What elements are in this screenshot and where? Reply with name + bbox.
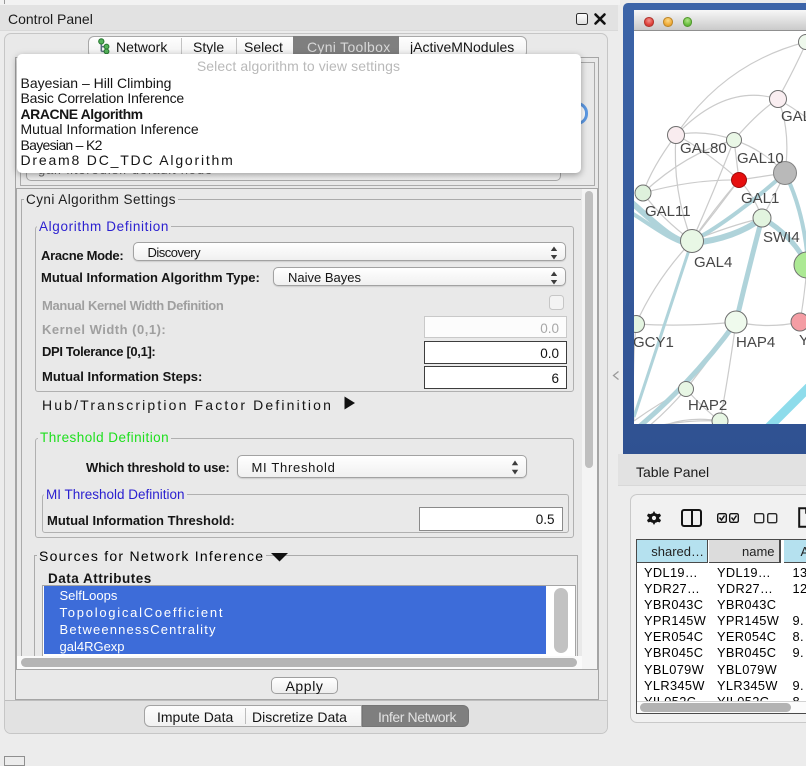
svg-text:GAL10: GAL10 (737, 150, 784, 167)
svg-text:HAP2: HAP2 (688, 397, 727, 414)
svg-text:HAP4: HAP4 (736, 334, 775, 351)
svg-text:GAL1: GAL1 (741, 190, 779, 207)
svg-text:GCY1: GCY1 (634, 334, 674, 351)
svg-text:GAL: GAL (781, 108, 806, 125)
svg-text:GAL80: GAL80 (680, 140, 727, 157)
svg-text:GAL4: GAL4 (694, 254, 732, 271)
svg-text:GAL11: GAL11 (645, 203, 691, 220)
svg-text:Y: Y (799, 332, 806, 349)
svg-text:SWI4: SWI4 (763, 229, 800, 246)
